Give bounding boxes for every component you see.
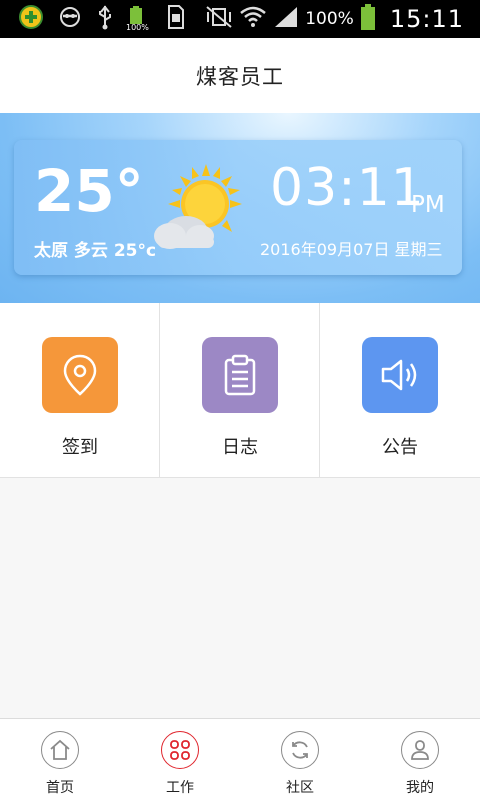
log-tile[interactable]: 日志 bbox=[160, 303, 320, 478]
weather-card[interactable]: 25° 太原 多云 25°c 03:11 PM 2016年09月07日 星期三 bbox=[14, 140, 462, 275]
usb-icon bbox=[96, 4, 114, 34]
battery-small-label: 100% bbox=[126, 23, 149, 32]
sun-behind-cloud-icon bbox=[146, 162, 246, 257]
status-bar-system: 100% 15:11 bbox=[205, 3, 464, 35]
location-summary: 太原 多云 25°c bbox=[34, 241, 157, 261]
checkin-label: 签到 bbox=[62, 437, 98, 458]
battery-full-small-icon: 100% bbox=[126, 5, 152, 33]
sim-card-icon bbox=[166, 4, 186, 34]
action-grid: 签到 日志 公告 bbox=[0, 303, 480, 478]
location-pin-icon bbox=[63, 354, 97, 396]
nav-home-label: 首页 bbox=[46, 780, 74, 796]
battery-percent: 100% bbox=[305, 9, 354, 29]
current-date: 2016年09月07日 星期三 bbox=[260, 240, 443, 259]
app-header: 煤客员工 bbox=[0, 38, 480, 113]
person-icon bbox=[401, 731, 439, 769]
cellular-signal-icon bbox=[273, 5, 299, 33]
status-time: 15:11 bbox=[389, 5, 464, 33]
health-app-icon bbox=[18, 4, 44, 34]
clock-ampm: PM bbox=[411, 192, 445, 218]
nav-community[interactable]: 社区 bbox=[240, 719, 360, 800]
nav-profile-label: 我的 bbox=[406, 780, 434, 796]
announcement-tile[interactable]: 公告 bbox=[320, 303, 480, 478]
nav-work-label: 工作 bbox=[166, 780, 194, 796]
mask-face-icon bbox=[58, 5, 82, 33]
page-title: 煤客员工 bbox=[196, 64, 284, 89]
current-temperature: 25° bbox=[34, 157, 144, 225]
wifi-icon bbox=[239, 5, 267, 33]
refresh-icon bbox=[281, 731, 319, 769]
home-icon bbox=[41, 731, 79, 769]
announcement-label: 公告 bbox=[382, 437, 418, 458]
log-icon-tile bbox=[202, 337, 278, 413]
clipboard-icon bbox=[224, 354, 256, 396]
announcement-icon-tile bbox=[362, 337, 438, 413]
speaker-icon bbox=[381, 359, 417, 391]
log-label: 日志 bbox=[222, 437, 258, 458]
checkin-tile[interactable]: 签到 bbox=[0, 303, 160, 478]
status-bar: 100% 100% 15:11 bbox=[0, 0, 480, 38]
battery-icon bbox=[360, 3, 376, 35]
nav-home[interactable]: 首页 bbox=[0, 719, 120, 800]
checkin-icon-tile bbox=[42, 337, 118, 413]
nav-profile[interactable]: 我的 bbox=[360, 719, 480, 800]
nav-community-label: 社区 bbox=[286, 780, 314, 796]
weather-banner: 25° 太原 多云 25°c 03:11 PM 2016年09月07日 星期三 bbox=[0, 113, 480, 303]
vibrate-mute-icon bbox=[205, 5, 233, 33]
bottom-navigation: 首页 工作 社区 我的 bbox=[0, 718, 480, 800]
apps-grid-icon bbox=[161, 731, 199, 769]
status-bar-notifications: 100% bbox=[18, 5, 186, 33]
nav-work[interactable]: 工作 bbox=[120, 719, 240, 800]
clock-time: 03:11 bbox=[270, 158, 425, 218]
